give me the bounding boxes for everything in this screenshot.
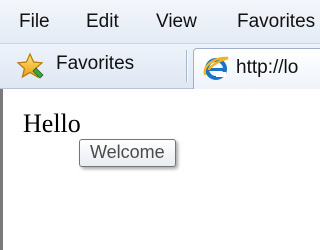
menu-view[interactable]: View [156, 11, 197, 33]
menu-favorites[interactable]: Favorites [237, 11, 315, 33]
tooltip: Welcome [79, 139, 176, 167]
favorites-button-label[interactable]: Favorites [56, 53, 134, 75]
menu-file[interactable]: File [19, 11, 50, 33]
toolbar-separator [186, 50, 187, 82]
tab-title: http://lo [236, 57, 299, 78]
page-heading: Hello [23, 109, 81, 138]
page-content: Hello Welcome [0, 89, 320, 250]
browser-tab[interactable]: http://lo [193, 48, 320, 90]
favorites-star-icon[interactable] [16, 52, 44, 80]
browser-window: File Edit View Favorites Favorites http:… [0, 0, 320, 250]
menu-bar: File Edit View Favorites [0, 0, 320, 44]
menu-edit[interactable]: Edit [86, 11, 119, 33]
ie-page-icon [203, 56, 229, 80]
favorites-bar: Favorites http://lo [0, 44, 320, 90]
